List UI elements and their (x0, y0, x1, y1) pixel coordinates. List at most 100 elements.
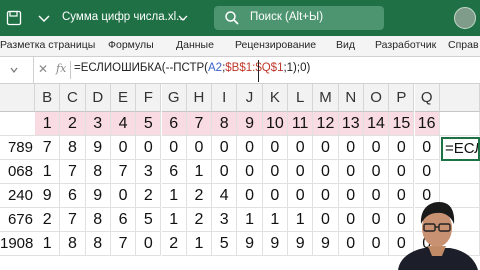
tab-data[interactable]: Данные (176, 39, 214, 51)
column-header-j[interactable]: J (237, 84, 263, 112)
digit-cell[interactable]: 1 (161, 184, 187, 208)
column-header-m[interactable]: M (313, 84, 339, 112)
digit-cell[interactable]: 0 (414, 136, 440, 160)
index-header-cell[interactable]: 2 (60, 112, 86, 136)
digit-cell[interactable]: 0 (313, 136, 339, 160)
digit-cell[interactable]: 6 (161, 160, 187, 184)
index-header-cell[interactable]: 15 (389, 112, 415, 136)
column-header-r[interactable] (439, 84, 480, 112)
active-cell-editor[interactable]: =ЕСЛ (441, 137, 480, 161)
index-header-cell[interactable]: 12 (313, 112, 339, 136)
digit-cell[interactable]: 2 (161, 232, 187, 256)
column-header-k[interactable]: K (262, 84, 288, 112)
index-header-cell[interactable]: 6 (161, 112, 187, 136)
digit-cell[interactable]: 0 (338, 160, 364, 184)
digit-cell[interactable]: 0 (288, 136, 314, 160)
digit-cell[interactable]: 6 (110, 208, 137, 232)
digit-cell[interactable]: 0 (237, 136, 263, 160)
column-header-l[interactable]: L (288, 84, 314, 112)
document-title[interactable]: Сумма цифр числа.xl... (62, 11, 186, 23)
digit-cell[interactable]: 0 (389, 160, 415, 184)
digit-cell[interactable]: 0 (338, 136, 364, 160)
digit-cell[interactable]: 0 (363, 160, 390, 184)
index-header-cell[interactable]: 7 (186, 112, 213, 136)
digit-cell[interactable]: 0 (186, 136, 213, 160)
digit-cell[interactable]: 9 (85, 184, 111, 208)
digit-cell[interactable]: 1 (35, 160, 61, 184)
column-a-cell[interactable]: 068 (0, 160, 35, 184)
insert-function-icon[interactable]: fx (56, 62, 66, 75)
column-header-o[interactable]: O (363, 84, 390, 112)
digit-cell[interactable]: 7 (35, 136, 61, 160)
digit-cell[interactable]: 0 (363, 232, 390, 256)
digit-cell[interactable]: 7 (60, 208, 86, 232)
column-header-f[interactable]: F (136, 84, 162, 112)
column-a-cell[interactable]: 789 (0, 136, 35, 160)
column-header-q[interactable]: Q (414, 84, 440, 112)
digit-cell[interactable]: 5 (212, 232, 238, 256)
digit-cell[interactable]: 0 (313, 160, 339, 184)
digit-cell[interactable]: 0 (136, 232, 162, 256)
digit-cell[interactable]: 1 (262, 208, 288, 232)
digit-cell[interactable]: 2 (136, 184, 162, 208)
digit-cell[interactable]: 0 (288, 184, 314, 208)
digit-cell[interactable]: 1 (288, 208, 314, 232)
digit-cell[interactable]: 1 (186, 160, 213, 184)
name-box-chevron-down-icon[interactable] (10, 66, 18, 74)
digit-cell[interactable]: 0 (110, 136, 137, 160)
digit-cell[interactable]: 1 (35, 232, 61, 256)
column-header-b[interactable]: B (35, 84, 61, 112)
index-header-cell[interactable]: 14 (363, 112, 390, 136)
empty-cell[interactable] (439, 112, 480, 136)
index-header-cell[interactable]: 9 (237, 112, 263, 136)
digit-cell[interactable]: 3 (136, 160, 162, 184)
column-a-cell[interactable]: 1908 (0, 232, 35, 256)
tab-developer[interactable]: Разработчик (375, 39, 436, 51)
select-all-corner[interactable] (0, 84, 35, 112)
digit-cell[interactable]: 9 (313, 232, 339, 256)
digit-cell[interactable]: 3 (212, 208, 238, 232)
digit-cell[interactable]: 0 (363, 208, 390, 232)
tab-review[interactable]: Рецензирование (235, 39, 316, 51)
avatar[interactable] (454, 7, 476, 29)
column-header-e[interactable]: E (110, 84, 137, 112)
index-header-cell[interactable]: 1 (35, 112, 61, 136)
tab-help[interactable]: Справ (448, 39, 479, 51)
digit-cell[interactable]: 0 (212, 136, 238, 160)
name-box[interactable] (0, 57, 34, 83)
column-a-cell[interactable] (0, 112, 35, 136)
digit-cell[interactable]: 0 (313, 208, 339, 232)
digit-cell[interactable]: 7 (110, 160, 137, 184)
empty-cell[interactable] (439, 160, 480, 184)
digit-cell[interactable]: 0 (237, 160, 263, 184)
digit-cell[interactable]: 1 (237, 208, 263, 232)
column-a-cell[interactable]: 240 (0, 184, 35, 208)
digit-cell[interactable]: 0 (262, 184, 288, 208)
title-chevron-down-icon[interactable] (178, 13, 188, 23)
digit-cell[interactable]: 2 (186, 184, 213, 208)
digit-cell[interactable]: 7 (60, 160, 86, 184)
digit-cell[interactable]: 8 (85, 232, 111, 256)
digit-cell[interactable]: 0 (136, 136, 162, 160)
digit-cell[interactable]: 0 (414, 160, 440, 184)
column-header-c[interactable]: C (60, 84, 86, 112)
digit-cell[interactable]: 8 (60, 136, 86, 160)
column-header-d[interactable]: D (85, 84, 111, 112)
digit-cell[interactable]: 9 (262, 232, 288, 256)
index-header-cell[interactable]: 10 (262, 112, 288, 136)
index-header-cell[interactable]: 3 (85, 112, 111, 136)
digit-cell[interactable]: 7 (110, 232, 137, 256)
digit-cell[interactable]: 9 (237, 232, 263, 256)
tab-formulas[interactable]: Формулы (108, 39, 154, 51)
digit-cell[interactable]: 8 (85, 160, 111, 184)
column-header-n[interactable]: N (338, 84, 364, 112)
tab-page-layout[interactable]: Разметка страницы (0, 39, 95, 51)
digit-cell[interactable]: 0 (288, 160, 314, 184)
cancel-formula-icon[interactable]: ✕ (38, 62, 48, 76)
digit-cell[interactable]: 0 (262, 160, 288, 184)
digit-cell[interactable]: 0 (338, 184, 364, 208)
index-header-cell[interactable]: 8 (212, 112, 238, 136)
digit-cell[interactable]: 0 (338, 232, 364, 256)
digit-cell[interactable]: 8 (60, 232, 86, 256)
digit-cell[interactable]: 5 (136, 208, 162, 232)
